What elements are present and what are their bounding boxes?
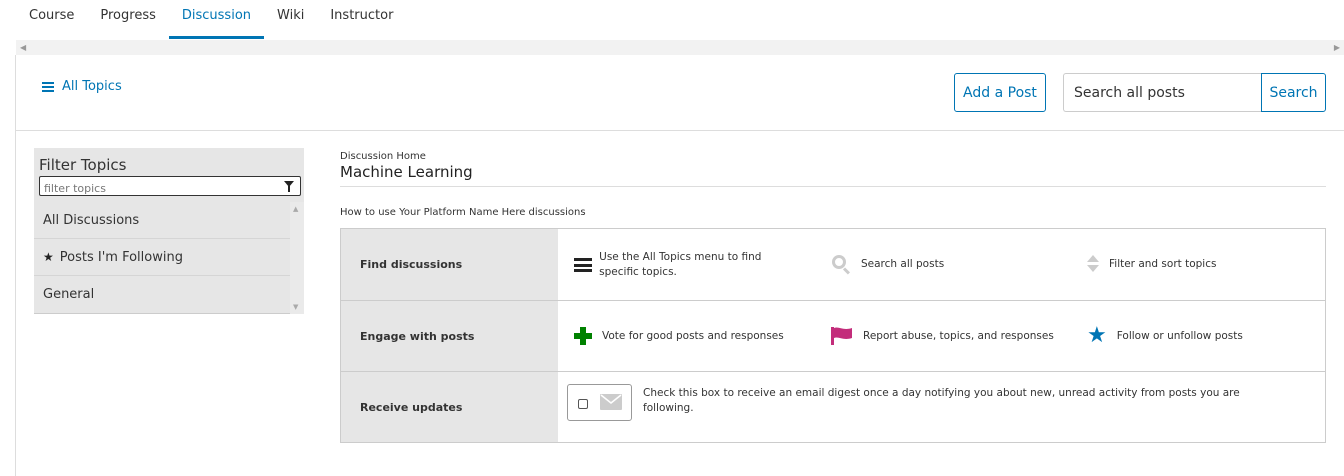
email-digest-toggle[interactable] [567,384,632,421]
row-label: Receive updates [341,372,558,442]
digest-text: Check this box to receive an email diges… [643,387,1240,414]
row-label: Find discussions [341,229,558,300]
star-icon: ★ [1087,323,1107,348]
star-icon: ★ [43,250,54,264]
horizontal-scrollbar[interactable]: ◀ ▶ [16,40,1344,55]
menu-icon [574,258,592,272]
funnel-icon [284,181,294,192]
help-item: Report abuse, topics, and responses [831,327,1054,345]
tab-progress[interactable]: Progress [87,0,168,40]
help-item-text: Use the All Topics menu to find specific… [599,251,762,278]
help-item-text: Filter and sort topics [1109,257,1217,270]
search-icon [831,254,851,275]
topic-posts-following[interactable]: ★ Posts I'm Following [34,239,290,276]
help-row-updates: Receive updates Check this box to receiv… [341,371,1325,442]
topic-label: General [43,287,95,302]
flag-icon [831,327,852,345]
help-item: ★ Follow or unfollow posts [1087,323,1243,348]
help-item: Check this box to receive an email diges… [643,386,1243,416]
tab-instructor[interactable]: Instructor [317,0,406,40]
scroll-right-icon[interactable]: ▶ [1334,43,1340,52]
help-item: Vote for good posts and responses [574,327,784,345]
help-item: Search all posts [831,254,945,275]
help-table: Find discussions Use the All Topics menu… [340,228,1326,443]
plus-icon [574,327,592,345]
topic-label: Posts I'm Following [59,249,183,265]
help-item: Filter and sort topics [1087,254,1216,274]
all-topics-label: All Topics [62,79,122,94]
course-tabs: Course Progress Discussion Wiki Instruct… [0,0,1344,40]
tab-wiki[interactable]: Wiki [264,0,317,40]
search-input[interactable] [1063,73,1263,112]
row-label: Engage with posts [341,301,558,371]
help-heading: How to use Your Platform Name Here discu… [340,207,586,218]
help-item-text: Follow or unfollow posts [1116,329,1243,342]
email-digest-checkbox[interactable] [578,399,588,409]
search-button[interactable]: Search [1261,73,1326,112]
scroll-down-icon[interactable]: ▼ [293,303,298,311]
topic-list-scrollbar[interactable]: ▲ ▼ [290,202,304,314]
help-item-text: Vote for good posts and responses [602,329,784,342]
breadcrumb: Discussion Home [340,151,426,162]
topic-all-discussions[interactable]: All Discussions [34,202,290,239]
page-title: Machine Learning [340,163,473,181]
all-topics-menu[interactable]: All Topics [42,79,122,94]
discussion-header: All Topics Add a Post Search [16,55,1344,131]
help-item: Use the All Topics menu to find specific… [574,250,804,280]
help-row-find: Find discussions Use the All Topics menu… [341,229,1325,300]
add-post-button[interactable]: Add a Post [954,73,1046,112]
scroll-up-icon[interactable]: ▲ [293,205,298,213]
help-item-text: Search all posts [861,257,945,270]
scroll-left-icon[interactable]: ◀ [20,43,26,52]
title-divider [340,186,1326,187]
filter-topics-panel: Filter Topics All Discussions ★ Posts I'… [34,148,304,314]
filter-field [39,176,301,198]
help-item-text: Report abuse, topics, and responses [863,329,1054,342]
tab-discussion[interactable]: Discussion [168,0,265,40]
topic-label: All Discussions [43,212,140,228]
topic-list: All Discussions ★ Posts I'm Following Ge… [34,202,290,313]
topic-general[interactable]: General [34,276,290,313]
menu-icon [42,81,54,92]
tab-course[interactable]: Course [16,0,87,40]
sort-icon [1087,254,1099,274]
help-row-engage: Engage with posts Vote for good posts an… [341,300,1325,371]
filter-topics-input[interactable] [40,179,275,198]
filter-title: Filter Topics [39,156,127,174]
envelope-icon [600,394,622,410]
